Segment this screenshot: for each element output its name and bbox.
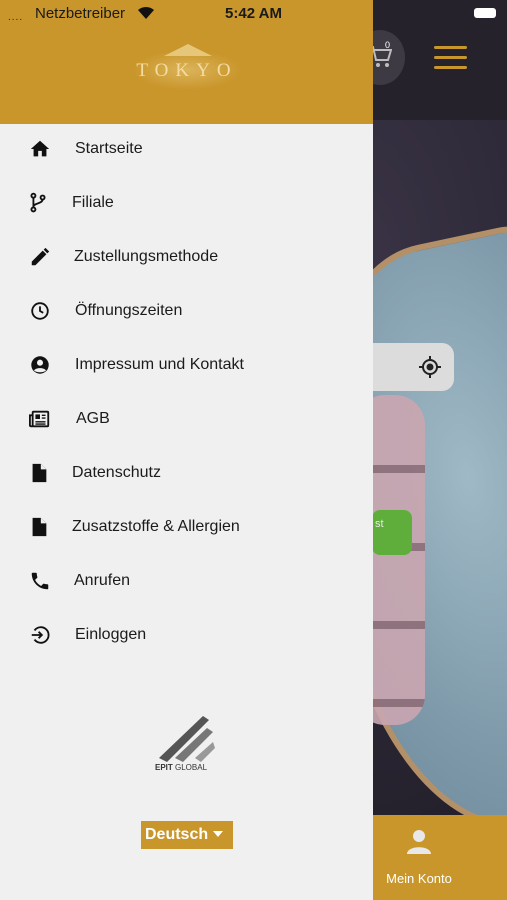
my-location-icon[interactable] [418, 355, 442, 379]
hamburger-menu-icon[interactable] [434, 46, 467, 70]
menu-item-zusatzstoffe[interactable]: Zusatzstoffe & Allergien [0, 502, 373, 554]
bottom-nav-label: Mein Konto [386, 871, 452, 886]
pencil-icon [31, 247, 50, 266]
menu-item-agb[interactable]: AGB [0, 394, 373, 446]
document-icon [32, 517, 47, 537]
home-icon [30, 140, 50, 157]
brand-rest: GLOBAL [172, 763, 208, 772]
newspaper-icon [29, 410, 50, 428]
background-text: st [375, 518, 384, 530]
clock-icon [31, 302, 49, 320]
tokyo-logo: TOKYO [122, 38, 252, 98]
battery-icon [474, 8, 496, 18]
caret-down-icon [213, 831, 223, 837]
person-icon [407, 830, 431, 854]
phone-icon [31, 572, 49, 590]
status-time: 5:42 AM [225, 5, 282, 22]
menu-item-filiale[interactable]: Filiale [0, 178, 373, 230]
document-icon [32, 463, 47, 483]
garnish-image [372, 510, 412, 555]
menu-item-zustellungsmethode[interactable]: Zustellungsmethode [0, 232, 373, 284]
logo-text: TOKYO [136, 60, 238, 81]
menu-label: Startseite [75, 140, 143, 157]
menu-label: Datenschutz [72, 464, 161, 481]
language-dropdown[interactable]: Deutsch [141, 821, 233, 849]
navigation-drawer: TOKYO Startseite Filiale Zustellungsmeth… [0, 0, 373, 900]
menu-item-impressum[interactable]: Impressum und Kontakt [0, 340, 373, 392]
cart-count-badge: 0 [385, 40, 391, 50]
menu-label: Öffnungszeiten [75, 302, 183, 319]
menu-label: Filiale [72, 194, 114, 211]
menu-label: Zustellungsmethode [74, 248, 219, 265]
epit-global-wordmark: EPIT GLOBAL [155, 763, 225, 772]
menu-label: Einloggen [75, 626, 147, 643]
mountain-icon [164, 44, 212, 56]
menu-item-startseite[interactable]: Startseite [0, 124, 373, 176]
menu-item-oeffnungszeiten[interactable]: Öffnungszeiten [0, 286, 373, 338]
menu-label: Zusatzstoffe & Allergien [72, 518, 240, 535]
menu-label: Impressum und Kontakt [75, 356, 244, 373]
menu-item-anrufen[interactable]: Anrufen [0, 556, 373, 608]
account-circle-icon [31, 356, 49, 374]
menu-label: AGB [76, 410, 110, 427]
status-bar: .... Netzbetreiber 5:42 AM [0, 0, 507, 26]
bottom-nav-account[interactable] [373, 815, 507, 900]
menu-item-datenschutz[interactable]: Datenschutz [0, 448, 373, 500]
menu-item-einloggen[interactable]: Einloggen [0, 610, 373, 662]
brand-strong: EPIT [155, 763, 173, 772]
branch-icon [30, 192, 46, 213]
menu-label: Anrufen [74, 572, 131, 589]
language-label: Deutsch [145, 826, 209, 843]
login-icon [31, 626, 50, 644]
